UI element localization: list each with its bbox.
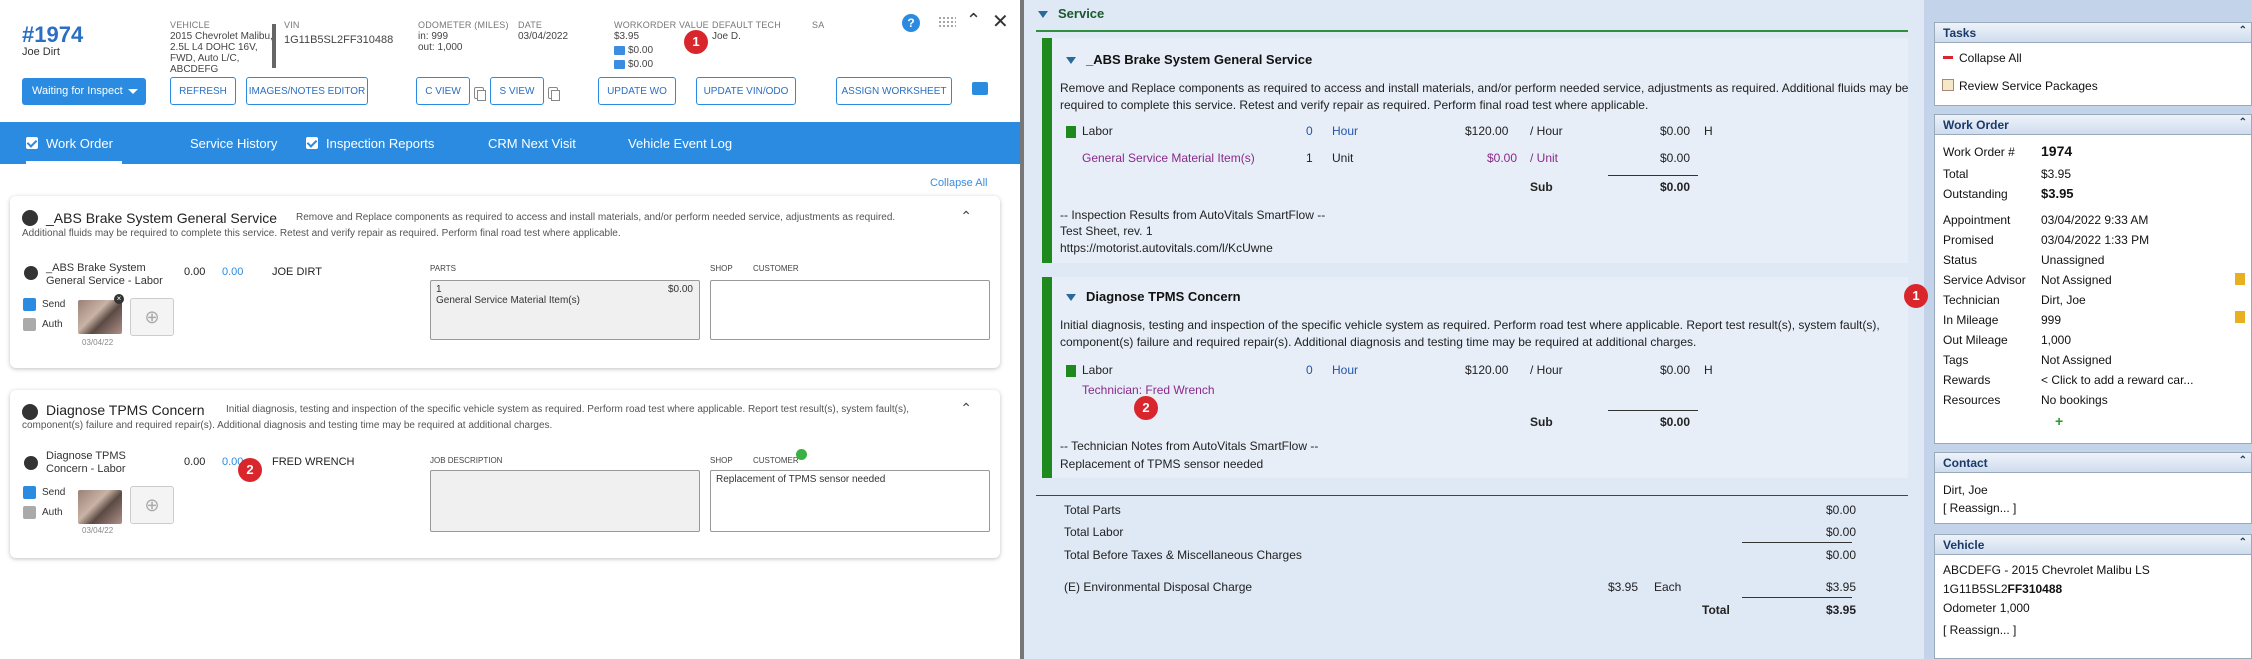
- tab-inspection-reports[interactable]: Inspection Reports: [306, 122, 434, 164]
- chevron-up-icon[interactable]: ⌃: [966, 10, 981, 31]
- approved-check-icon: [796, 449, 807, 460]
- annotation-badge-1: 1: [1904, 284, 1928, 308]
- chevron-up-icon[interactable]: ⌃: [960, 208, 972, 225]
- tab-work-order[interactable]: Work Order: [26, 122, 122, 164]
- vehicle-info: VEHICLE 2015 Chevrolet Malibu, 2.5L L4 D…: [170, 20, 273, 75]
- refresh-button[interactable]: REFRESH: [170, 77, 236, 105]
- minus-icon: [1943, 56, 1953, 59]
- date-info: DATE 03/04/2022: [518, 20, 569, 42]
- send-checkbox[interactable]: [23, 298, 36, 311]
- contact-panel: Contact ⌃ Dirt, Joe [ Reassign... ]: [1934, 452, 2252, 524]
- work-order-preview: Service _ABS Brake System General Servic…: [1024, 0, 1924, 659]
- job-description-box[interactable]: [430, 470, 700, 532]
- collapse-icon[interactable]: ⌃: [2239, 25, 2247, 36]
- collapse-all-task[interactable]: Collapse All: [1959, 51, 2022, 65]
- tab-vehicle-event-log[interactable]: Vehicle Event Log: [628, 122, 732, 164]
- parts-icon: [614, 45, 625, 55]
- add-resource-icon[interactable]: +: [2055, 413, 2063, 429]
- update-wo-button[interactable]: UPDATE WO: [598, 77, 676, 105]
- package-icon: [1942, 79, 1954, 91]
- odometer-info: ODOMETER (MILES) in: 999 out: 1,000: [418, 20, 509, 53]
- add-photo-button[interactable]: ⊕: [130, 486, 174, 524]
- c-view-button[interactable]: C VIEW: [416, 77, 470, 105]
- service-block: Diagnose TPMS Concern Initial diagnosis,…: [1042, 277, 1908, 478]
- labor-icon: [614, 59, 625, 69]
- collapse-triangle-icon: [1066, 57, 1076, 64]
- flag-icon[interactable]: [1066, 365, 1076, 377]
- annotation-badge-2: 2: [1134, 396, 1158, 420]
- collapse-icon[interactable]: ⌃: [2239, 117, 2247, 128]
- copy-icon[interactable]: [474, 84, 486, 102]
- status-dropdown[interactable]: Waiting for Inspect: [22, 78, 146, 105]
- service-card: Diagnose TPMS Concern Initial diagnosis,…: [10, 390, 1000, 558]
- service-advisor-label: SA: [812, 20, 825, 30]
- assign-worksheet-button[interactable]: ASSIGN WORKSHEET: [836, 77, 952, 105]
- auth-checkbox[interactable]: [23, 318, 36, 331]
- flag-icon[interactable]: [2235, 311, 2245, 323]
- flag-icon[interactable]: [2235, 273, 2245, 285]
- work-order-summary: Work Order ⌃ Work Order # 1974 Total $3.9…: [1934, 114, 2252, 444]
- auth-checkbox[interactable]: [23, 506, 36, 519]
- default-tech: DEFAULT TECH Joe D.: [712, 20, 781, 42]
- vin-value[interactable]: 1G11B5SL2FF310488: [284, 35, 393, 46]
- vehicle-panel: Vehicle ⌃ ABCDEFG - 2015 Chevrolet Malibu…: [1934, 534, 2252, 659]
- add-photo-button[interactable]: ⊕: [130, 298, 174, 336]
- vin-divider: [272, 24, 276, 68]
- parts-box[interactable]: 1 General Service Material Item(s) $0.00: [430, 280, 700, 340]
- review-service-packages-task[interactable]: Review Service Packages: [1959, 79, 2098, 93]
- tasks-panel: Tasks ⌃ Collapse All Review Service Packa…: [1934, 22, 2252, 106]
- customer-notes-box[interactable]: Replacement of TPMS sensor needed: [710, 470, 990, 532]
- collapse-icon[interactable]: ⌃: [2239, 537, 2247, 548]
- collapse-icon[interactable]: ⌃: [2239, 455, 2247, 466]
- work-order-header: #1974 Joe Dirt VEHICLE 2015 Chevrolet Ma…: [0, 0, 1020, 122]
- images-notes-editor-button[interactable]: IMAGES/NOTES EDITOR: [246, 77, 368, 105]
- clock-icon: [24, 266, 38, 280]
- tab-crm-next-visit[interactable]: CRM Next Visit: [488, 122, 576, 164]
- clock-icon: [24, 456, 38, 470]
- service-title: _ABS Brake System General Service: [46, 210, 278, 226]
- status-dot-icon: [22, 210, 38, 226]
- service-title: Diagnose TPMS Concern: [46, 402, 205, 418]
- annotation-badge-2: 2: [238, 458, 262, 482]
- checkbox-icon: [306, 137, 318, 149]
- flag-icon[interactable]: [1066, 126, 1076, 138]
- inspection-photo[interactable]: [78, 490, 122, 524]
- tab-service-history[interactable]: Service History: [190, 122, 277, 164]
- collapse-triangle-icon: [1066, 294, 1076, 301]
- remove-photo-icon[interactable]: ×: [114, 294, 124, 304]
- collapse-all-link[interactable]: Collapse All: [930, 177, 987, 189]
- caret-down-icon: [128, 89, 138, 94]
- right-sidebar: Tasks ⌃ Collapse All Review Service Packa…: [1904, 0, 2252, 659]
- annotation-badge-1: 1: [684, 30, 708, 54]
- service-block: _ABS Brake System General Service Remove…: [1042, 38, 1908, 263]
- service-section-header[interactable]: Service: [1038, 6, 1104, 21]
- tab-bar: Work Order Service History Inspection Re…: [0, 122, 1020, 164]
- work-order-panel: #1974 Joe Dirt VEHICLE 2015 Chevrolet Ma…: [0, 0, 1020, 659]
- chat-icon[interactable]: [972, 82, 988, 95]
- copy-icon[interactable]: [548, 84, 560, 102]
- chevron-up-icon[interactable]: ⌃: [960, 400, 972, 417]
- reassign-vehicle-link[interactable]: [ Reassign... ]: [1943, 623, 2016, 637]
- close-icon[interactable]: ✕: [992, 9, 1009, 34]
- service-card: _ABS Brake System General Service Remove…: [10, 196, 1000, 368]
- help-icon[interactable]: ?: [902, 14, 920, 32]
- vin-info: VIN 1G11B5SL2FF310488: [284, 20, 394, 46]
- section-rule: [1036, 30, 1908, 32]
- update-vin-odo-button[interactable]: UPDATE VIN/ODO: [696, 77, 796, 105]
- work-order-number: #1974: [22, 22, 84, 47]
- collapse-triangle-icon: [1038, 11, 1048, 18]
- customer-notes-box[interactable]: [710, 280, 990, 340]
- reassign-contact-link[interactable]: [ Reassign... ]: [1943, 501, 2016, 515]
- s-view-button[interactable]: S VIEW: [490, 77, 544, 105]
- checkbox-icon: [26, 137, 38, 149]
- send-checkbox[interactable]: [23, 486, 36, 499]
- customer-name: Joe Dirt: [22, 46, 60, 58]
- inspection-photo[interactable]: [78, 300, 122, 334]
- grid-icon[interactable]: [938, 16, 956, 28]
